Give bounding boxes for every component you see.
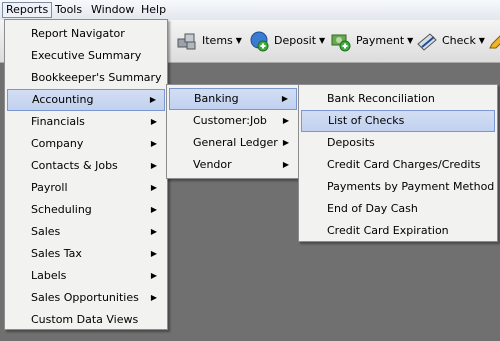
menu-item-credit-card-expiration[interactable]: Credit Card Expiration bbox=[301, 220, 495, 242]
menu-item-credit-card-charges[interactable]: Credit Card Charges/Credits bbox=[301, 154, 495, 176]
submenu-arrow-icon: ▶ bbox=[150, 139, 157, 148]
menu-item-label: Bookkeeper's Summary bbox=[31, 71, 162, 84]
menu-item-banking[interactable]: Banking ▶ bbox=[169, 88, 297, 110]
menubar-tools[interactable]: Tools bbox=[52, 2, 85, 18]
menu-item-sales-opportunities[interactable]: Sales Opportunities ▶ bbox=[7, 287, 165, 309]
menu-item-sales[interactable]: Sales ▶ bbox=[7, 221, 165, 243]
payment-icon bbox=[330, 30, 352, 52]
check-dropdown-icon[interactable]: ▼ bbox=[476, 30, 488, 52]
menu-item-report-navigator[interactable]: Report Navigator bbox=[7, 23, 165, 45]
menu-item-label: Sales Tax bbox=[31, 247, 82, 260]
menu-item-label: Report Navigator bbox=[31, 27, 125, 40]
menu-item-customer-job[interactable]: Customer:Job ▶ bbox=[169, 110, 297, 132]
menubar-window[interactable]: Window bbox=[88, 2, 137, 18]
menu-item-label: Payroll bbox=[31, 181, 68, 194]
menu-item-label: List of Checks bbox=[328, 114, 405, 127]
menu-item-executive-summary[interactable]: Executive Summary bbox=[7, 45, 165, 67]
submenu-arrow-icon: ▶ bbox=[150, 227, 157, 236]
menu-item-label: Financials bbox=[31, 115, 85, 128]
deposit-label: Deposit bbox=[274, 34, 317, 47]
submenu-arrow-icon: ▶ bbox=[150, 205, 157, 214]
menu-item-sales-tax[interactable]: Sales Tax ▶ bbox=[7, 243, 165, 265]
menu-item-label: Payments by Payment Method bbox=[327, 180, 495, 193]
deposit-dropdown-icon[interactable]: ▼ bbox=[316, 30, 328, 52]
menubar-help-label: Help bbox=[141, 3, 167, 16]
items-button[interactable]: Items ▼ bbox=[176, 30, 245, 52]
menubar-reports[interactable]: Reports bbox=[2, 2, 53, 18]
menu-item-label: Labels bbox=[31, 269, 67, 282]
submenu-arrow-icon: ▶ bbox=[150, 161, 157, 170]
menu-item-scheduling[interactable]: Scheduling ▶ bbox=[7, 199, 165, 221]
menu-item-contacts-jobs[interactable]: Contacts & Jobs ▶ bbox=[7, 155, 165, 177]
menu-item-financials[interactable]: Financials ▶ bbox=[7, 111, 165, 133]
pencil-icon bbox=[488, 30, 500, 52]
menu-item-bank-reconciliation[interactable]: Bank Reconciliation bbox=[301, 88, 495, 110]
menu-item-label: Bank Reconciliation bbox=[327, 92, 435, 105]
items-icon bbox=[176, 30, 198, 52]
menu-item-label: Scheduling bbox=[31, 203, 92, 216]
menu-item-end-of-day-cash[interactable]: End of Day Cash bbox=[301, 198, 495, 220]
submenu-arrow-icon: ▶ bbox=[282, 138, 289, 147]
menu-item-payroll[interactable]: Payroll ▶ bbox=[7, 177, 165, 199]
check-label: Check bbox=[442, 34, 476, 47]
menubar-help[interactable]: Help bbox=[138, 2, 169, 18]
check-icon bbox=[416, 30, 438, 52]
menu-item-label: Credit Card Expiration bbox=[327, 224, 449, 237]
menu-item-payments-by-method[interactable]: Payments by Payment Method bbox=[301, 176, 495, 198]
payment-dropdown-icon[interactable]: ▼ bbox=[404, 30, 416, 52]
menu-item-label: Vendor bbox=[193, 158, 232, 171]
menu-item-label: General Ledger bbox=[193, 136, 278, 149]
menu-item-label: Executive Summary bbox=[31, 49, 142, 62]
menu-bar: Reports Tools Window Help bbox=[0, 0, 500, 20]
menubar-tools-label: Tools bbox=[55, 3, 83, 16]
menu-item-general-ledger[interactable]: General Ledger ▶ bbox=[169, 132, 297, 154]
items-label: Items bbox=[202, 34, 233, 47]
menu-item-list-of-checks[interactable]: List of Checks bbox=[301, 110, 495, 132]
menu-item-label: Sales bbox=[31, 225, 61, 238]
menu-item-label: Custom Data Views bbox=[31, 313, 139, 326]
submenu-arrow-icon: ▶ bbox=[150, 293, 157, 302]
items-dropdown-icon[interactable]: ▼ bbox=[233, 30, 245, 52]
menu-item-label: Sales Opportunities bbox=[31, 291, 139, 304]
menu-item-label: Company bbox=[31, 137, 84, 150]
accounting-submenu: Banking ▶ Customer:Job ▶ General Ledger ▶ V… bbox=[166, 84, 300, 179]
menu-item-bookkeepers-summary[interactable]: Bookkeeper's Summary bbox=[7, 67, 165, 89]
deposit-button[interactable]: Deposit ▼ bbox=[248, 30, 328, 52]
menu-item-deposits[interactable]: Deposits bbox=[301, 132, 495, 154]
reports-menu: Report Navigator Executive Summary Bookk… bbox=[4, 19, 168, 330]
menu-item-label: Deposits bbox=[327, 136, 375, 149]
check-button[interactable]: Check ▼ bbox=[416, 30, 488, 52]
menubar-window-label: Window bbox=[91, 3, 135, 16]
submenu-arrow-icon: ▶ bbox=[150, 271, 157, 280]
submenu-arrow-icon: ▶ bbox=[150, 183, 157, 192]
submenu-arrow-icon: ▶ bbox=[281, 94, 288, 103]
menu-item-custom-data-views[interactable]: Custom Data Views bbox=[7, 309, 165, 331]
submenu-arrow-icon: ▶ bbox=[282, 116, 289, 125]
menu-item-company[interactable]: Company ▶ bbox=[7, 133, 165, 155]
menu-item-labels[interactable]: Labels ▶ bbox=[7, 265, 165, 287]
submenu-arrow-icon: ▶ bbox=[149, 95, 156, 104]
submenu-arrow-icon: ▶ bbox=[282, 160, 289, 169]
menu-item-label: End of Day Cash bbox=[327, 202, 418, 215]
menu-item-label: Banking bbox=[194, 92, 239, 105]
menu-item-label: Customer:Job bbox=[193, 114, 267, 127]
submenu-arrow-icon: ▶ bbox=[150, 117, 157, 126]
banking-submenu: Bank Reconciliation List of Checks Depos… bbox=[298, 84, 498, 242]
menu-item-label: Credit Card Charges/Credits bbox=[327, 158, 481, 171]
submenu-arrow-icon: ▶ bbox=[150, 249, 157, 258]
deposit-icon bbox=[248, 30, 270, 52]
pencil-button[interactable] bbox=[488, 30, 500, 52]
menu-item-label: Accounting bbox=[32, 93, 94, 106]
payment-button[interactable]: Payment ▼ bbox=[330, 30, 416, 52]
menu-item-label: Contacts & Jobs bbox=[31, 159, 118, 172]
menubar-reports-label: Reports bbox=[6, 3, 49, 16]
menu-item-accounting[interactable]: Accounting ▶ bbox=[7, 89, 165, 111]
menu-item-vendor[interactable]: Vendor ▶ bbox=[169, 154, 297, 176]
payment-label: Payment bbox=[356, 34, 405, 47]
